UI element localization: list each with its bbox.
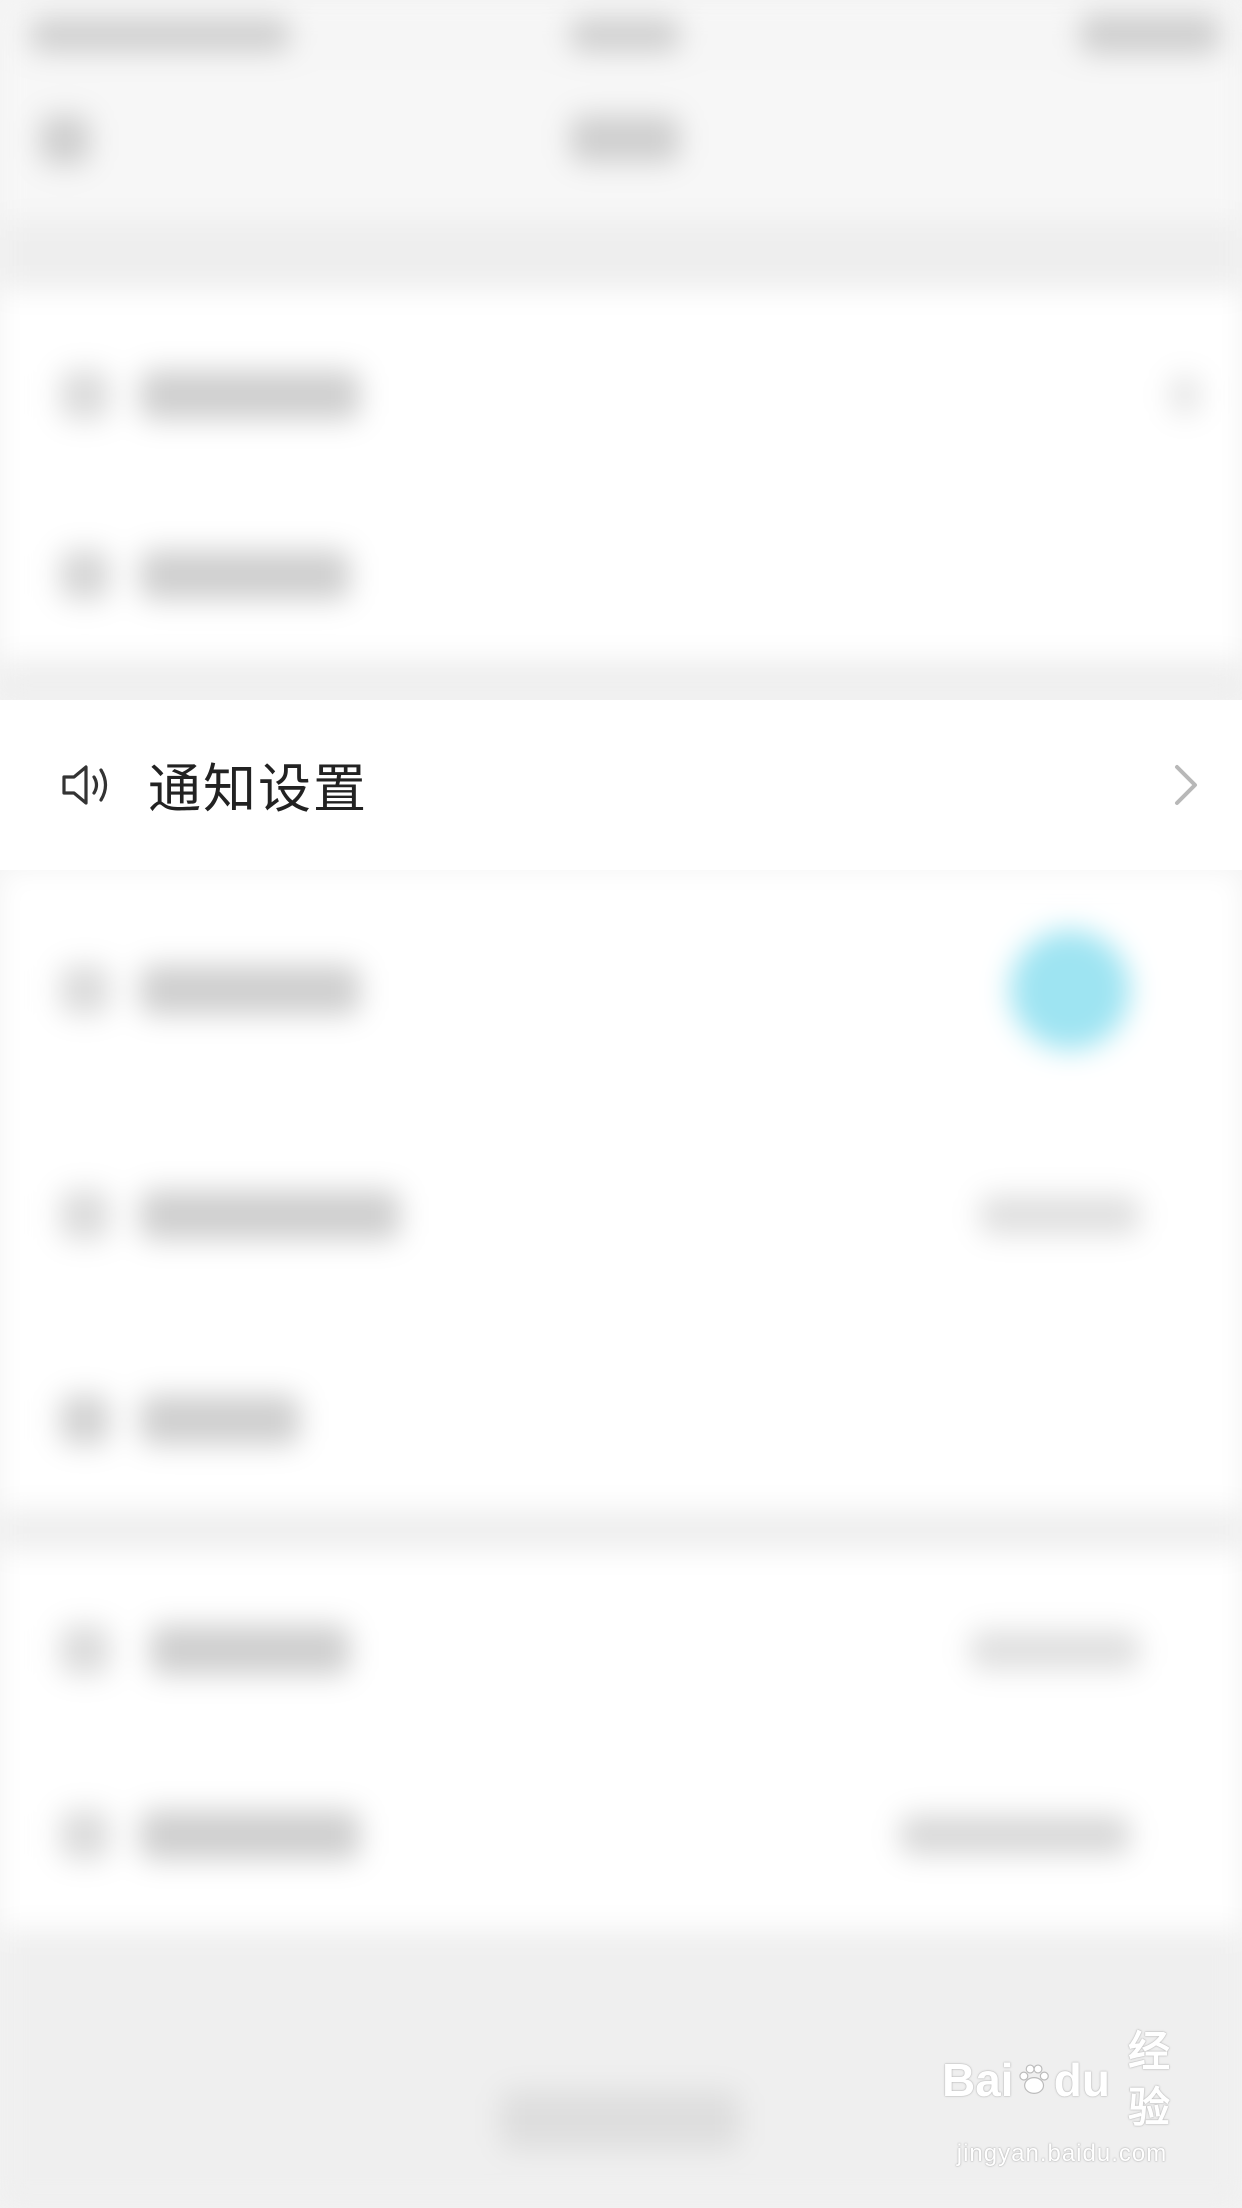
- watermark-brand: Bai du 经验: [942, 2024, 1182, 2136]
- blurred-background: [0, 0, 1242, 2208]
- paw-icon: [1018, 2064, 1049, 2094]
- settings-screen: 通知设置 Bai du 经验 jingyan.baidu.com: [0, 0, 1242, 2208]
- notification-settings-label: 通知设置: [148, 759, 368, 820]
- watermark-brand-right: du: [1053, 2054, 1110, 2106]
- watermark-brand-cn: 经验: [1127, 2028, 1170, 2131]
- watermark-brand-left: Bai: [942, 2054, 1014, 2106]
- notification-settings-row[interactable]: 通知设置: [0, 700, 1242, 870]
- baidu-jingyan-watermark: Bai du 经验 jingyan.baidu.com: [942, 2024, 1182, 2168]
- status-bar: [0, 0, 1242, 70]
- chevron-right-icon: [1166, 757, 1206, 813]
- speaker-icon: [58, 757, 114, 813]
- watermark-url: jingyan.baidu.com: [956, 2140, 1168, 2167]
- nav-bar: [0, 70, 1242, 220]
